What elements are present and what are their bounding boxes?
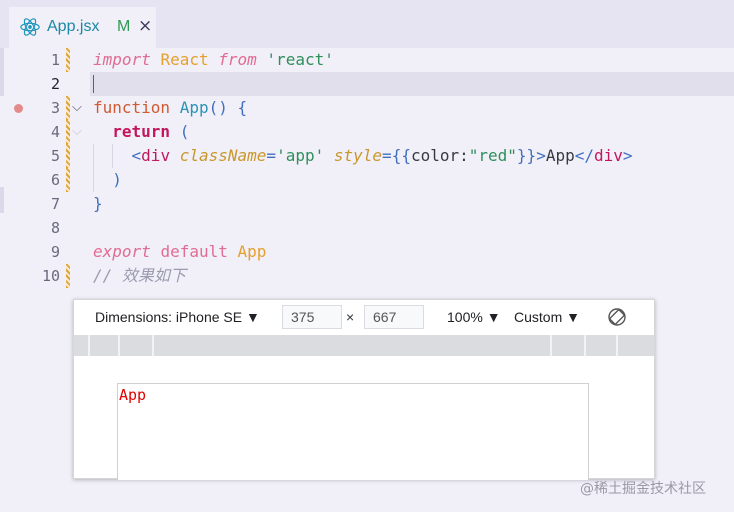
line-number: 2 — [50, 75, 60, 93]
tab-filename: App.jsx — [47, 18, 100, 35]
string-react: 'react' — [266, 50, 334, 69]
code-text: <div className='app' style={{color:"red"… — [93, 146, 633, 166]
punctuation: } — [93, 194, 103, 213]
device-viewport[interactable]: App — [117, 383, 589, 480]
code-text: ) — [93, 170, 122, 190]
ruler-tick — [616, 335, 618, 356]
code-line: 8 — [0, 216, 734, 240]
code-line: 1 import React from 'react' — [0, 48, 734, 72]
modified-gutter-marker — [66, 48, 70, 72]
tab-app-jsx[interactable]: App.jsx M × — [9, 7, 156, 48]
code-line: 10 // 效果如下 — [0, 264, 734, 288]
device-toolbar: Dimensions: iPhone SE ▼ 375 × 667 100% ▼… — [74, 300, 654, 336]
modified-gutter-marker — [66, 168, 70, 192]
jsx-attribute: style — [333, 146, 383, 165]
editor-tab-bar: App.jsx M × — [0, 0, 734, 48]
line-number: 8 — [50, 219, 60, 237]
code-text: import React from 'react' — [93, 50, 334, 70]
punctuation: > — [622, 146, 633, 165]
identifier-app: App — [237, 242, 267, 261]
ruler-tick — [88, 335, 90, 356]
react-icon — [20, 18, 40, 36]
object-property: color: — [410, 146, 469, 165]
code-line-active: 2 — [0, 72, 734, 96]
times-icon: × — [346, 309, 355, 325]
line-number: 1 — [50, 51, 60, 69]
punctuation: ) — [112, 170, 122, 189]
punctuation: = — [266, 146, 277, 165]
code-text: function App() { — [93, 98, 247, 118]
ruler-tick — [118, 335, 120, 356]
line-number: 4 — [50, 123, 60, 141]
punctuation: ( — [179, 122, 190, 141]
code-text: // 效果如下 — [93, 266, 186, 286]
keyword-export: export — [93, 242, 151, 261]
keyword-from: from — [218, 50, 257, 69]
code-line: 7 } — [0, 192, 734, 216]
media-query-ruler[interactable] — [74, 335, 654, 356]
punctuation: > — [536, 146, 546, 165]
breakpoint-dot[interactable] — [14, 104, 23, 113]
jsx-tag: div — [594, 146, 623, 165]
modified-gutter-marker — [66, 144, 70, 168]
chevron-down-icon[interactable]: ⌵ — [72, 122, 82, 142]
punctuation: () { — [208, 98, 248, 117]
keyword-return: return — [112, 122, 171, 141]
code-line: 3 ⌵ function App() { — [0, 96, 734, 120]
rotate-icon[interactable] — [607, 307, 627, 327]
line-number: 10 — [41, 267, 60, 285]
width-input[interactable]: 375 — [282, 305, 342, 329]
keyword-default: default — [160, 242, 228, 261]
code-line: 5 <div className='app' style={{color:"re… — [0, 144, 734, 168]
dimensions-dropdown[interactable]: Dimensions: iPhone SE ▼ — [95, 309, 260, 325]
punctuation: </ — [574, 146, 594, 165]
throttle-dropdown[interactable]: Custom ▼ — [514, 309, 580, 325]
punctuation: }} — [516, 146, 537, 165]
code-line: 9 export default App — [0, 240, 734, 264]
code-editor[interactable]: 1 import React from 'react' 2 3 ⌵ functi… — [0, 48, 734, 300]
code-line: 4 ⌵ return ( — [0, 120, 734, 144]
modified-gutter-marker — [66, 120, 70, 144]
string-value: 'app' — [276, 146, 325, 165]
rendered-app-text: App — [119, 386, 147, 404]
code-text: } — [93, 194, 103, 214]
close-icon[interactable]: × — [138, 16, 152, 36]
jsx-attribute: className — [179, 146, 267, 165]
identifier-react: React — [160, 50, 209, 69]
ruler-tick — [584, 335, 586, 356]
line-number: 3 — [50, 99, 60, 117]
device-preview-panel: Dimensions: iPhone SE ▼ 375 × 667 100% ▼… — [73, 299, 655, 480]
jsx-text: App — [545, 146, 575, 165]
ruler-tick — [152, 335, 154, 356]
keyword-function: function — [93, 98, 171, 117]
code-text: return ( — [93, 122, 189, 142]
line-number: 9 — [50, 243, 60, 261]
ruler-tick — [550, 335, 552, 356]
code-line: 6 ) — [0, 168, 734, 192]
function-name: App — [179, 98, 209, 117]
punctuation: {{ — [391, 146, 411, 165]
modified-status-badge: M — [117, 18, 131, 35]
string-value: "red" — [468, 146, 517, 165]
modified-gutter-marker — [66, 96, 70, 120]
height-input[interactable]: 667 — [364, 305, 424, 329]
modified-gutter-marker — [66, 264, 70, 288]
keyword-import: import — [93, 50, 151, 69]
code-text: export default App — [93, 242, 266, 262]
zoom-dropdown[interactable]: 100% ▼ — [447, 309, 501, 325]
chevron-down-icon[interactable]: ⌵ — [72, 98, 82, 118]
line-number: 7 — [50, 195, 60, 213]
jsx-tag: div — [141, 146, 171, 165]
punctuation: < — [131, 146, 142, 165]
punctuation: = — [382, 146, 392, 165]
watermark: @稀土掘金技术社区 — [580, 481, 706, 497]
code-comment: // 效果如下 — [93, 266, 186, 285]
line-number: 6 — [50, 171, 60, 189]
line-number: 5 — [50, 147, 60, 165]
